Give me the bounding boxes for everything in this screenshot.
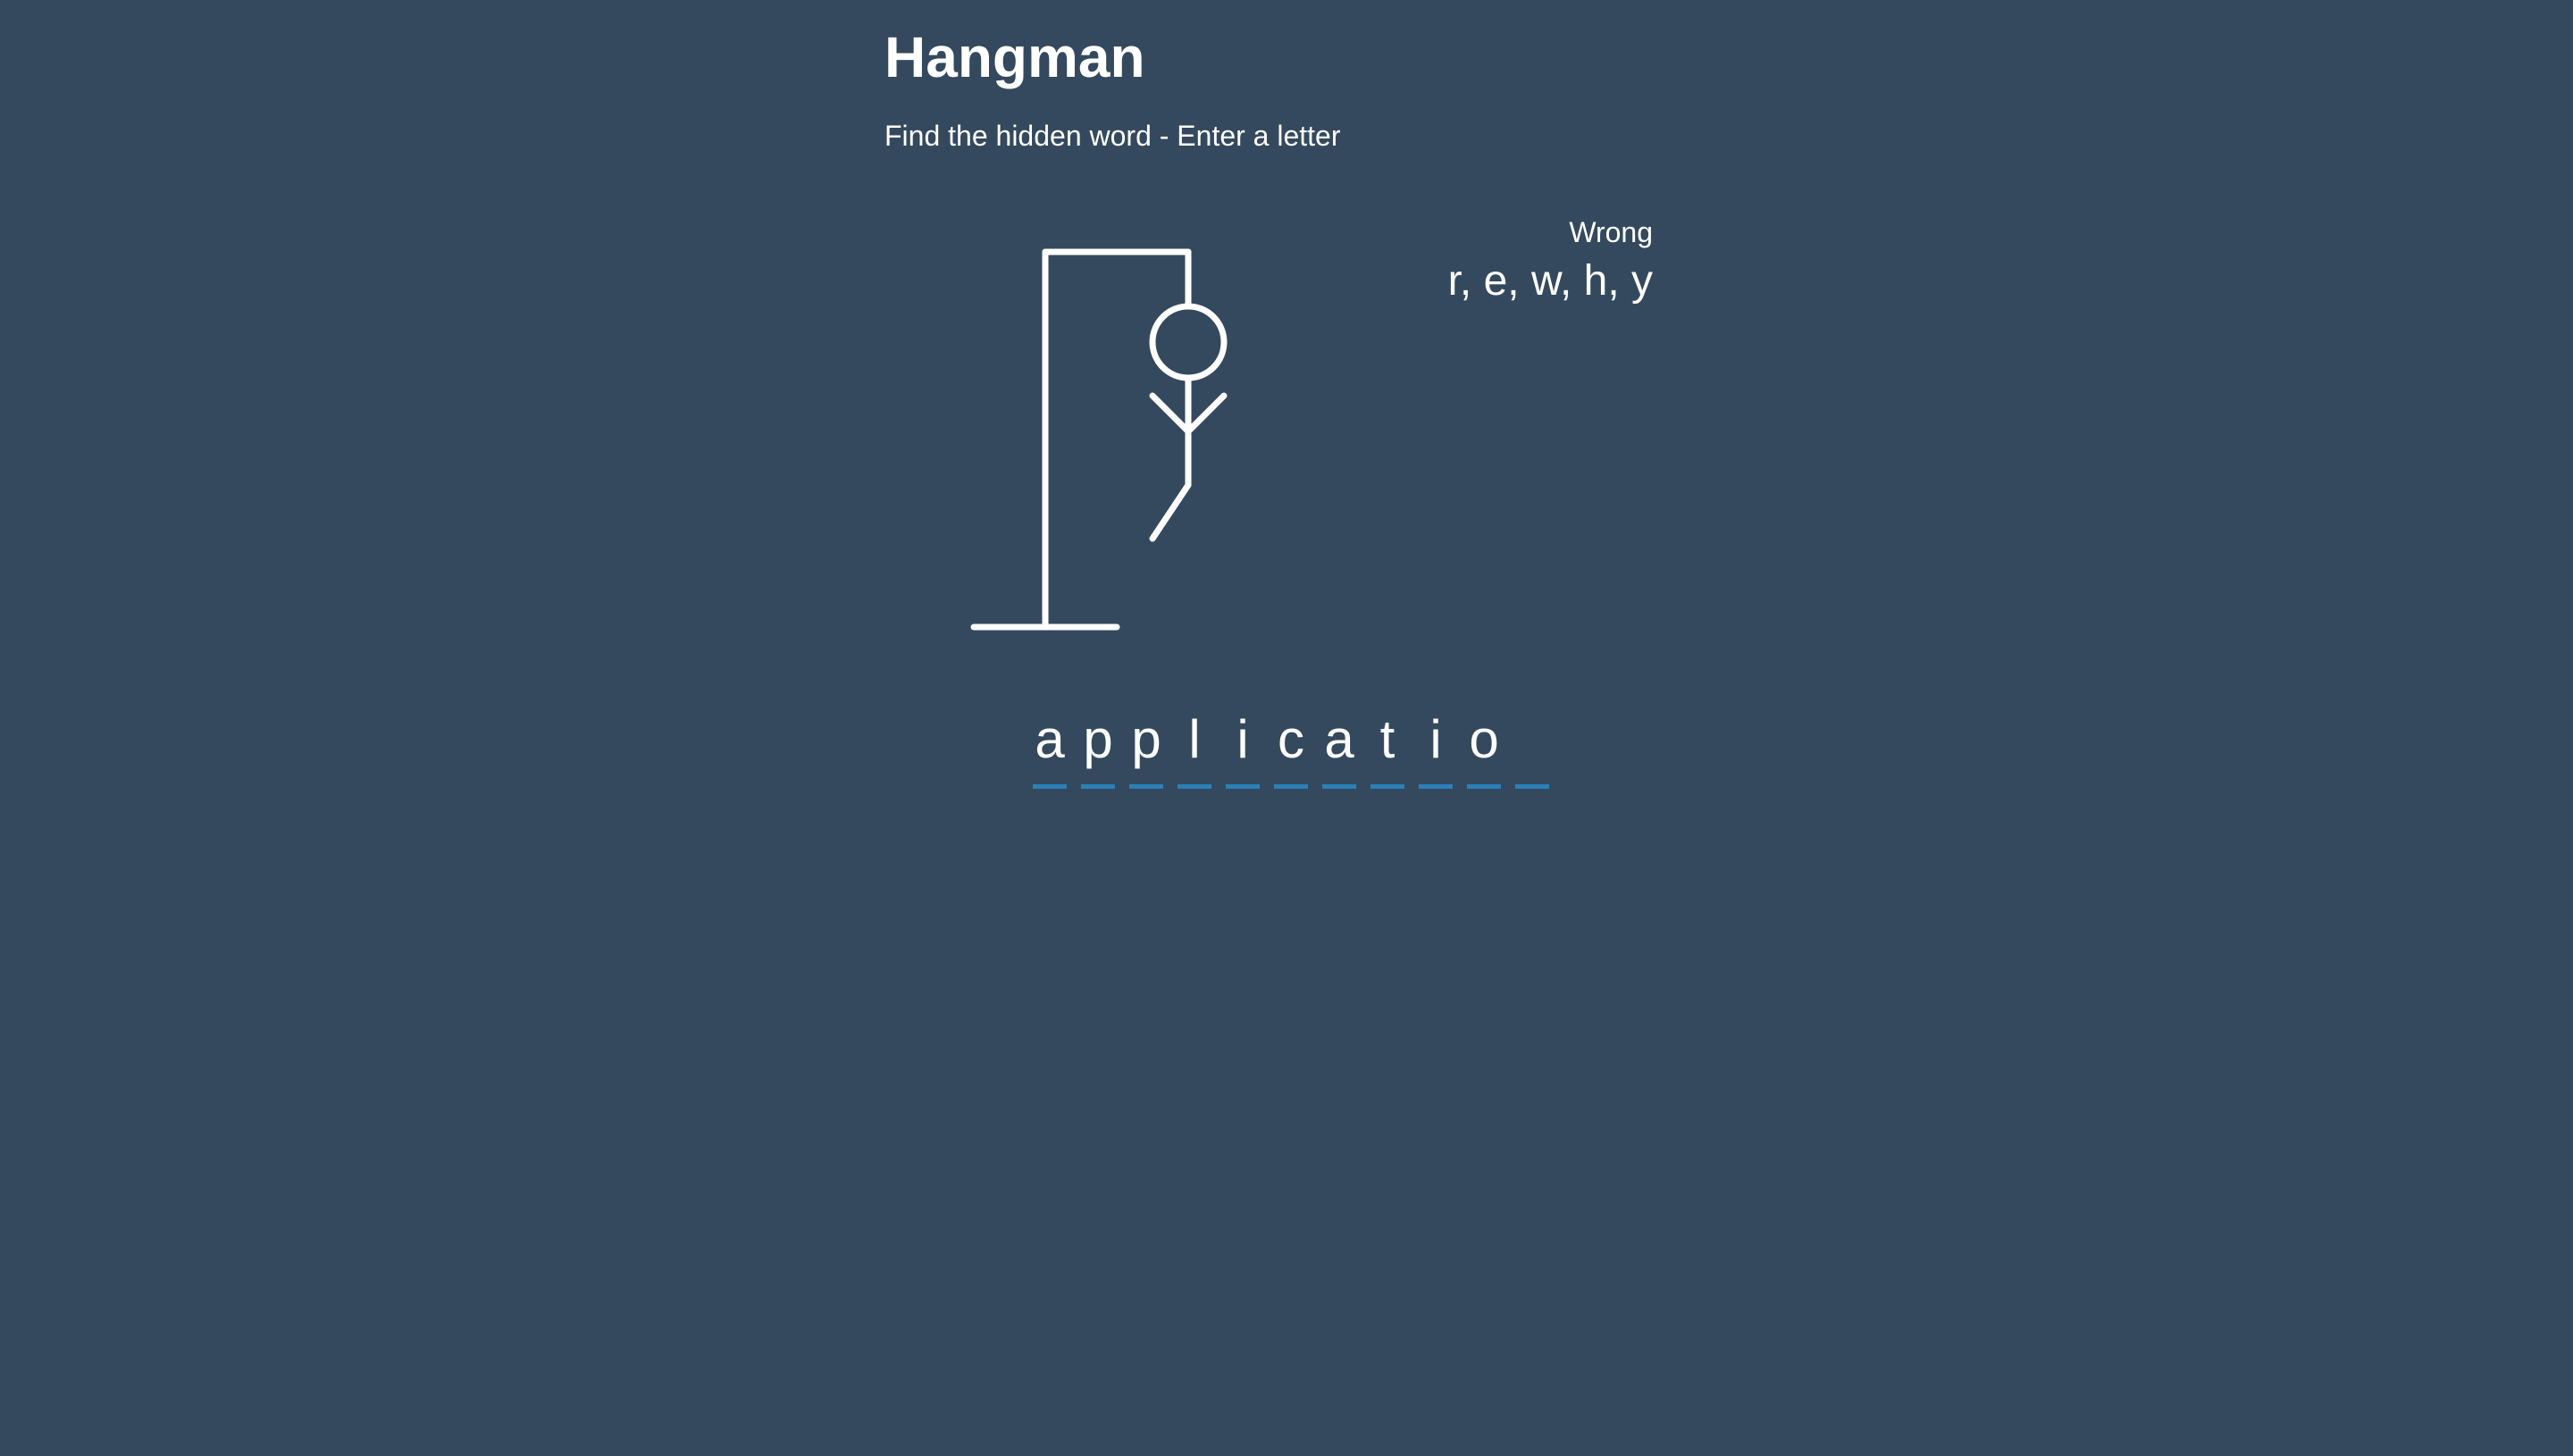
word-letter: a bbox=[1033, 706, 1067, 789]
hangman-head bbox=[1149, 303, 1228, 381]
word-letter: p bbox=[1081, 706, 1115, 789]
page-title: Hangman bbox=[884, 25, 1145, 89]
page-subtitle: Find the hidden word - Enter a letter bbox=[884, 120, 1341, 152]
word-letter: p bbox=[1129, 706, 1163, 789]
hangman-figure bbox=[970, 248, 1228, 631]
hangman-left-arm bbox=[1149, 392, 1192, 435]
word-letter: a bbox=[1322, 706, 1356, 789]
hangman-left-leg bbox=[1149, 481, 1192, 542]
word-letter: t bbox=[1370, 706, 1404, 789]
word-letter: i bbox=[1419, 706, 1453, 789]
word-letter: c bbox=[1274, 706, 1308, 789]
wrong-letters: r, e, w, h, y bbox=[1447, 257, 1653, 305]
wrong-label: Wrong bbox=[1569, 216, 1653, 248]
hidden-word: a p p l i c a t i o bbox=[1033, 706, 1549, 789]
hangman-right-arm bbox=[1185, 392, 1228, 435]
wrong-letters-panel: Wrong r, e, w, h, y bbox=[1448, 213, 1653, 309]
game-page: Hangman Find the hidden word - Enter a l… bbox=[0, 0, 2573, 1456]
word-letter: i bbox=[1226, 706, 1260, 789]
word-letter bbox=[1515, 706, 1549, 789]
word-letter: o bbox=[1467, 706, 1501, 789]
word-letter: l bbox=[1178, 706, 1211, 789]
